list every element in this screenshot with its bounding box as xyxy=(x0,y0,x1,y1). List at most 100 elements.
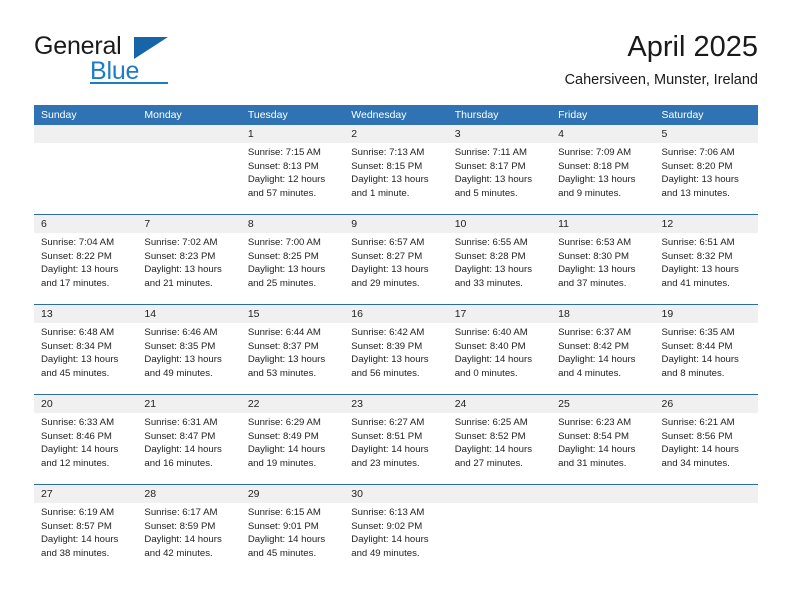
day-cell[interactable]: Sunrise: 6:37 AM Sunset: 8:42 PM Daylight:… xyxy=(551,323,654,394)
day-cell[interactable]: Sunrise: 6:48 AM Sunset: 8:34 PM Daylight:… xyxy=(34,323,137,394)
day-number[interactable]: 2 xyxy=(344,125,447,143)
day-cell[interactable]: Sunrise: 6:29 AM Sunset: 8:49 PM Daylight:… xyxy=(241,413,344,484)
day-number[interactable]: 9 xyxy=(344,215,447,233)
day-cell[interactable]: Sunrise: 6:21 AM Sunset: 8:56 PM Daylight:… xyxy=(655,413,758,484)
day-number[interactable]: 23 xyxy=(344,395,447,413)
calendar-page: General Blue April 2025 Cahersiveen, Mun… xyxy=(0,0,792,612)
day-number[interactable]: 21 xyxy=(137,395,240,413)
daylight-text: Daylight: 14 hours xyxy=(144,534,222,546)
day-number[interactable]: 6 xyxy=(34,215,137,233)
daylight-text-cont: and 4 minutes. xyxy=(558,367,622,379)
day-number[interactable]: 24 xyxy=(448,395,551,413)
day-cell[interactable]: Sunrise: 7:06 AM Sunset: 8:20 PM Daylight:… xyxy=(655,143,758,214)
day-number[interactable]: 17 xyxy=(448,305,551,323)
day-cell[interactable]: Sunrise: 6:23 AM Sunset: 8:54 PM Daylight:… xyxy=(551,413,654,484)
day-cell[interactable]: Sunrise: 6:31 AM Sunset: 8:47 PM Daylight:… xyxy=(137,413,240,484)
day-number[interactable]: 8 xyxy=(241,215,344,233)
day-cell[interactable]: Sunrise: 7:15 AM Sunset: 8:13 PM Daylight:… xyxy=(241,143,344,214)
day-number[interactable]: 12 xyxy=(655,215,758,233)
sunset-text: Sunset: 8:47 PM xyxy=(144,430,216,442)
day-cell[interactable]: Sunrise: 6:25 AM Sunset: 8:52 PM Daylight:… xyxy=(448,413,551,484)
daylight-text-cont: and 19 minutes. xyxy=(247,457,317,469)
day-cell[interactable]: Sunrise: 6:17 AM Sunset: 8:59 PM Daylight:… xyxy=(137,503,240,574)
day-cell[interactable]: Sunrise: 6:51 AM Sunset: 8:32 PM Daylight:… xyxy=(655,233,758,304)
day-number[interactable]: 10 xyxy=(448,215,551,233)
day-number[interactable]: 20 xyxy=(34,395,137,413)
daylight-text: Daylight: 14 hours xyxy=(661,354,739,366)
day-number[interactable]: 3 xyxy=(448,125,551,143)
day-number[interactable]: 22 xyxy=(241,395,344,413)
day-number[interactable]: 1 xyxy=(241,125,344,143)
daylight-text-cont: and 34 minutes. xyxy=(661,457,730,469)
day-number[interactable]: 5 xyxy=(655,125,758,143)
day-number[interactable]: 15 xyxy=(241,305,344,323)
sunrise-text: Sunrise: 6:53 AM xyxy=(558,237,632,248)
sunrise-text: Sunrise: 6:23 AM xyxy=(558,417,632,428)
day-cell[interactable]: Sunrise: 6:57 AM Sunset: 8:27 PM Daylight:… xyxy=(344,233,447,304)
day-cell[interactable]: Sunrise: 6:27 AM Sunset: 8:51 PM Daylight:… xyxy=(344,413,447,484)
weekday-header-wednesday: Wednesday xyxy=(351,109,407,121)
sunset-text: Sunset: 8:35 PM xyxy=(144,340,216,352)
sunset-text: Sunset: 8:37 PM xyxy=(247,340,319,352)
daylight-text-cont: and 37 minutes. xyxy=(558,277,627,289)
sunrise-text: Sunrise: 6:37 AM xyxy=(558,327,632,338)
sunset-text: Sunset: 8:40 PM xyxy=(454,340,526,352)
day-number[interactable]: 14 xyxy=(137,305,240,323)
daylight-text-cont: and 8 minutes. xyxy=(661,367,725,379)
calendar-weeks: 1 2 3 4 5 Sunrise: 7:15 AM Sunset: 8:13 PM Dayl… xyxy=(34,125,758,574)
day-cell[interactable]: Sunrise: 6:15 AM Sunset: 9:01 PM Daylight:… xyxy=(241,503,344,574)
day-cell[interactable]: Sunrise: 6:19 AM Sunset: 8:57 PM Daylight:… xyxy=(34,503,137,574)
day-cell-empty xyxy=(34,143,137,214)
day-cell[interactable]: Sunrise: 7:02 AM Sunset: 8:23 PM Daylight:… xyxy=(137,233,240,304)
sunset-text: Sunset: 8:49 PM xyxy=(247,430,319,442)
day-number[interactable]: 30 xyxy=(344,485,447,503)
general-blue-logo[interactable]: General Blue xyxy=(34,32,264,90)
day-cell[interactable]: Sunrise: 6:55 AM Sunset: 8:28 PM Daylight:… xyxy=(448,233,551,304)
sunset-text: Sunset: 8:54 PM xyxy=(558,430,630,442)
sunrise-text: Sunrise: 7:13 AM xyxy=(351,147,425,158)
daylight-text: Daylight: 14 hours xyxy=(247,444,326,456)
sunrise-text: Sunrise: 7:04 AM xyxy=(41,237,115,248)
day-cell-empty xyxy=(137,143,240,214)
day-content-band: Sunrise: 6:33 AM Sunset: 8:46 PM Daylight:… xyxy=(34,413,758,484)
sunrise-text: Sunrise: 7:02 AM xyxy=(144,237,218,248)
daylight-text: Daylight: 13 hours xyxy=(41,264,119,276)
day-cell[interactable]: Sunrise: 7:11 AM Sunset: 8:17 PM Daylight:… xyxy=(448,143,551,214)
sunset-text: Sunset: 8:42 PM xyxy=(558,340,630,352)
day-cell[interactable]: Sunrise: 6:13 AM Sunset: 9:02 PM Daylight:… xyxy=(344,503,447,574)
day-cell[interactable]: Sunrise: 6:44 AM Sunset: 8:37 PM Daylight:… xyxy=(241,323,344,394)
day-number[interactable]: 4 xyxy=(551,125,654,143)
day-cell[interactable]: Sunrise: 6:46 AM Sunset: 8:35 PM Daylight:… xyxy=(137,323,240,394)
day-number[interactable]: 26 xyxy=(655,395,758,413)
daylight-text-cont: and 5 minutes. xyxy=(454,187,518,199)
day-number[interactable]: 7 xyxy=(137,215,240,233)
day-number[interactable]: 27 xyxy=(34,485,137,503)
day-cell[interactable]: Sunrise: 6:53 AM Sunset: 8:30 PM Daylight:… xyxy=(551,233,654,304)
day-cell[interactable]: Sunrise: 7:04 AM Sunset: 8:22 PM Daylight:… xyxy=(34,233,137,304)
sunset-text: Sunset: 8:39 PM xyxy=(351,340,423,352)
day-cell[interactable]: Sunrise: 7:00 AM Sunset: 8:25 PM Daylight:… xyxy=(241,233,344,304)
day-cell[interactable]: Sunrise: 7:13 AM Sunset: 8:15 PM Daylight:… xyxy=(344,143,447,214)
daylight-text-cont: and 12 minutes. xyxy=(41,457,110,469)
day-cell-empty xyxy=(448,503,551,574)
calendar-week-row: 13 14 15 16 17 18 19 Sunrise: 6:48 AM Sunset: 8:… xyxy=(34,304,758,394)
day-cell[interactable]: Sunrise: 6:33 AM Sunset: 8:46 PM Daylight:… xyxy=(34,413,137,484)
day-number[interactable]: 11 xyxy=(551,215,654,233)
day-number[interactable]: 16 xyxy=(344,305,447,323)
day-cell[interactable]: Sunrise: 7:09 AM Sunset: 8:18 PM Daylight:… xyxy=(551,143,654,214)
day-number[interactable]: 13 xyxy=(34,305,137,323)
day-cell[interactable]: Sunrise: 6:35 AM Sunset: 8:44 PM Daylight:… xyxy=(655,323,758,394)
sunset-text: Sunset: 8:22 PM xyxy=(41,250,112,262)
day-number[interactable]: 28 xyxy=(137,485,240,503)
sunset-text: Sunset: 9:02 PM xyxy=(351,520,423,532)
day-cell[interactable]: Sunrise: 6:42 AM Sunset: 8:39 PM Daylight:… xyxy=(344,323,447,394)
day-number[interactable]: 18 xyxy=(551,305,654,323)
day-content-band: Sunrise: 6:19 AM Sunset: 8:57 PM Daylight:… xyxy=(34,503,758,574)
sunset-text: Sunset: 8:17 PM xyxy=(454,160,526,172)
daylight-text: Daylight: 14 hours xyxy=(41,444,119,456)
day-cell[interactable]: Sunrise: 6:40 AM Sunset: 8:40 PM Daylight:… xyxy=(448,323,551,394)
day-number[interactable]: 25 xyxy=(551,395,654,413)
sunrise-text: Sunrise: 6:29 AM xyxy=(247,417,321,428)
day-number[interactable]: 19 xyxy=(655,305,758,323)
day-number[interactable]: 29 xyxy=(241,485,344,503)
